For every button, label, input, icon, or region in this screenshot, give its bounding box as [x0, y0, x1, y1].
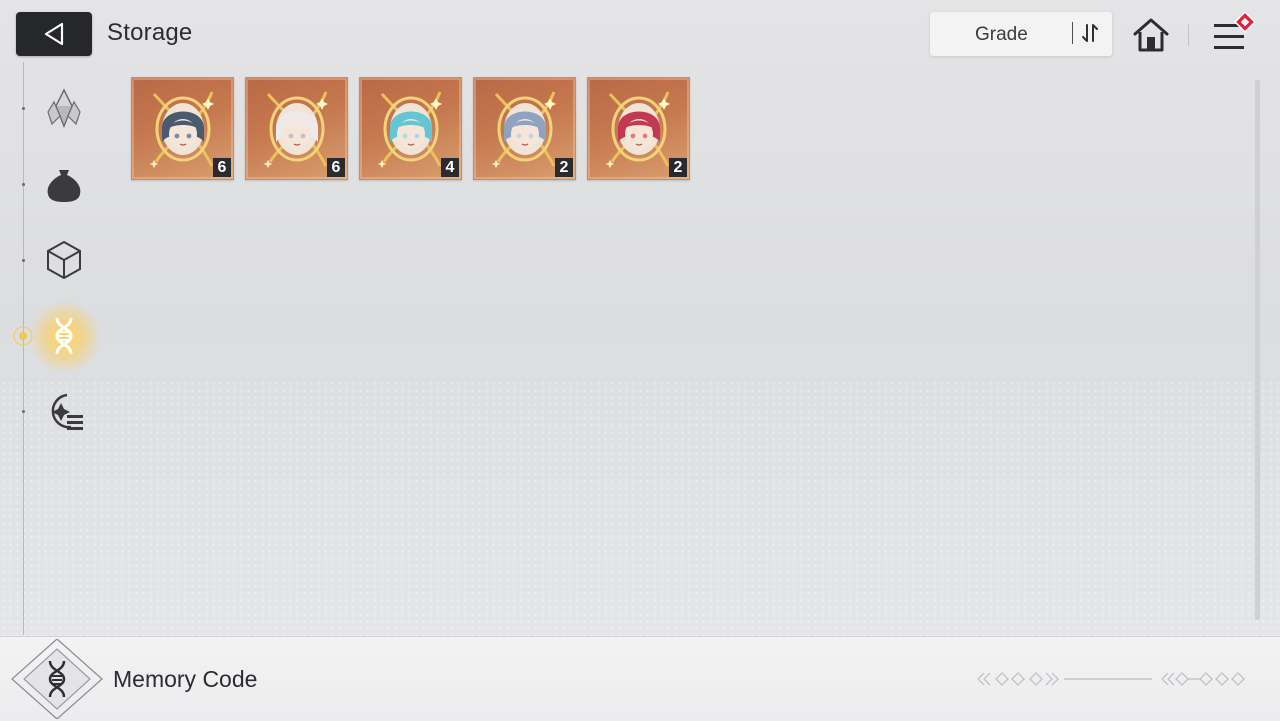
menu-icon[interactable]: [1208, 12, 1258, 56]
sidebar-item-cube[interactable]: [40, 236, 88, 284]
sort-order-icon[interactable]: [1076, 20, 1104, 48]
back-button[interactable]: [16, 12, 92, 56]
character-portrait-icon: [377, 91, 442, 168]
item-grid: 6 6 4 2 2: [131, 77, 690, 180]
sort-divider: [1072, 22, 1073, 44]
memory-code-emblem-icon: [11, 639, 103, 719]
bag-icon: [47, 170, 81, 202]
section-title: Memory Code: [113, 666, 258, 692]
cube-icon: [47, 240, 81, 280]
rail-dot: [22, 259, 25, 262]
rail-dot: [22, 183, 25, 186]
rail-dot: [22, 107, 25, 110]
item-count: 4: [441, 158, 459, 177]
back-arrow-icon: [44, 22, 64, 46]
sidebar-item-crystal[interactable]: [40, 84, 88, 132]
memory-code-icon: [55, 317, 73, 355]
sidebar-item-bag[interactable]: [40, 160, 88, 208]
item-count: 6: [213, 158, 231, 177]
character-portrait-icon: [491, 91, 556, 168]
header-separator: [1188, 24, 1189, 46]
sort-dropdown[interactable]: Grade: [930, 12, 1112, 56]
character-portrait-icon: [605, 91, 670, 168]
list-settings-icon: [51, 393, 83, 430]
bottom-bar: Memory Code: [0, 636, 1280, 721]
rail-dot: [22, 410, 25, 413]
page-title: Storage: [107, 19, 193, 46]
sidebar-item-memory-code[interactable]: [40, 312, 88, 360]
memory-code-item[interactable]: 2: [587, 77, 690, 180]
character-portrait-icon: [149, 91, 214, 168]
memory-code-item[interactable]: 6: [245, 77, 348, 180]
scrollbar[interactable]: [1255, 80, 1260, 620]
sort-label: Grade: [975, 24, 1028, 45]
item-count: 6: [327, 158, 345, 177]
character-portrait-icon: [263, 91, 328, 168]
decorative-ornament-icon: [977, 672, 1245, 686]
rail-line: [23, 62, 24, 635]
item-count: 2: [669, 158, 687, 177]
sidebar-item-list-settings[interactable]: [40, 388, 88, 436]
home-icon[interactable]: [1131, 15, 1171, 55]
crystal-icon: [47, 88, 81, 129]
notification-badge-icon: [1234, 12, 1256, 33]
memory-code-item[interactable]: 2: [473, 77, 576, 180]
active-marker-icon: [13, 326, 33, 346]
background-pattern: [0, 380, 1280, 636]
memory-code-item[interactable]: 4: [359, 77, 462, 180]
item-count: 2: [555, 158, 573, 177]
memory-code-item[interactable]: 6: [131, 77, 234, 180]
